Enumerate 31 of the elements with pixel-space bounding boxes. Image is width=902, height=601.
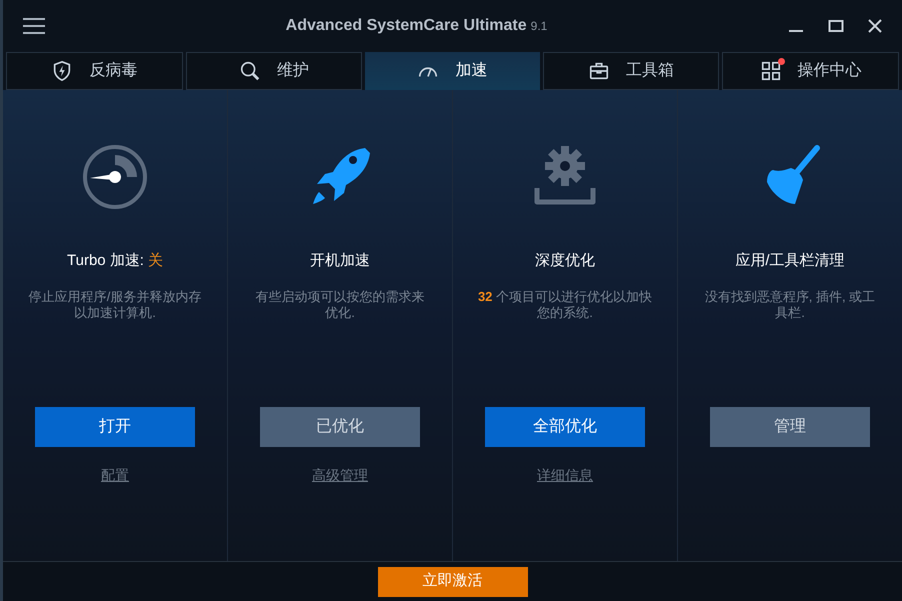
action-button[interactable]: 全部优化 xyxy=(485,406,645,446)
card-description: 32 个项目可以进行优化以加快您的系统. xyxy=(477,288,653,320)
activate-button[interactable]: 立即激活 xyxy=(378,566,528,596)
close-icon[interactable] xyxy=(868,19,882,33)
card-description: 没有找到恶意程序, 插件, 或工具栏. xyxy=(704,288,876,320)
toolbox-icon xyxy=(588,60,610,82)
action-button[interactable]: 打开 xyxy=(35,406,195,446)
details-link[interactable]: 高级管理 xyxy=(312,464,368,486)
card-title: 应用/工具栏清理 xyxy=(735,251,845,271)
version-label: 9.1 xyxy=(530,18,548,35)
details-link[interactable]: 配置 xyxy=(101,464,129,486)
grid-icon xyxy=(760,60,782,82)
card-title: 开机加速 xyxy=(310,251,370,271)
action-button[interactable]: 管理 xyxy=(710,406,870,446)
action-button[interactable]: 已优化 xyxy=(260,406,420,446)
menu-icon[interactable] xyxy=(23,17,45,35)
gauge-icon xyxy=(80,142,150,212)
card-title: 深度优化 xyxy=(535,251,595,271)
tab[interactable]: 工具箱 xyxy=(542,52,720,90)
window-title: Advanced SystemCare Ultimate xyxy=(286,16,527,36)
maximize-icon[interactable] xyxy=(828,18,844,34)
tab[interactable]: 反病毒 xyxy=(6,52,183,90)
tab[interactable]: 操作中心 xyxy=(722,52,899,90)
status-label: 关 xyxy=(148,251,163,271)
card-description: 停止应用程序/服务并释放内存以加速计算机. xyxy=(28,288,202,320)
tab[interactable]: 加速 xyxy=(365,52,540,90)
search-icon xyxy=(238,60,261,82)
card-title: Turbo 加速: xyxy=(67,251,144,271)
tab[interactable]: 维护 xyxy=(186,52,362,90)
details-link[interactable]: 详细信息 xyxy=(537,464,593,486)
card-description: 有些启动项可以按您的需求来优化. xyxy=(254,288,426,320)
